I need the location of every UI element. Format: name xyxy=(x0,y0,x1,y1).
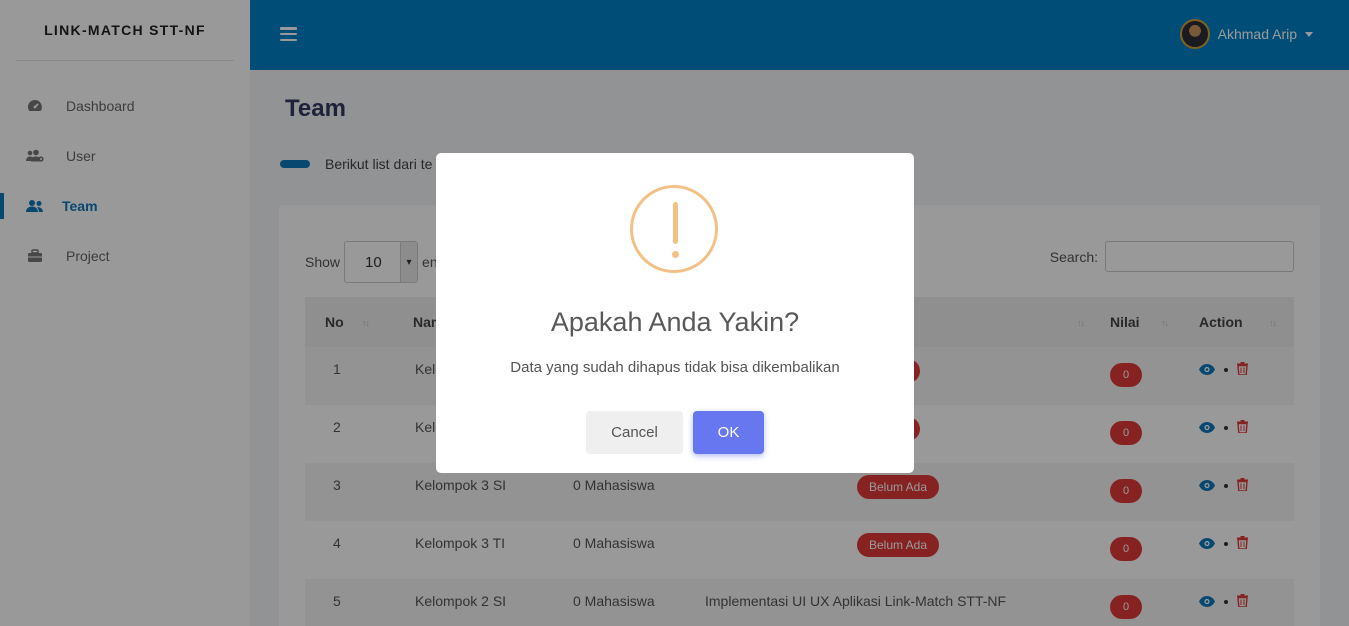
dialog-text: Data yang sudah dihapus tidak bisa dikem… xyxy=(510,359,840,376)
warning-icon xyxy=(630,185,718,273)
dialog-actions: Cancel OK xyxy=(436,411,914,454)
confirm-dialog: Apakah Anda Yakin? Data yang sudah dihap… xyxy=(436,153,914,473)
cancel-button[interactable]: Cancel xyxy=(586,411,683,454)
dialog-title: Apakah Anda Yakin? xyxy=(550,307,800,337)
ok-button[interactable]: OK xyxy=(693,411,764,454)
